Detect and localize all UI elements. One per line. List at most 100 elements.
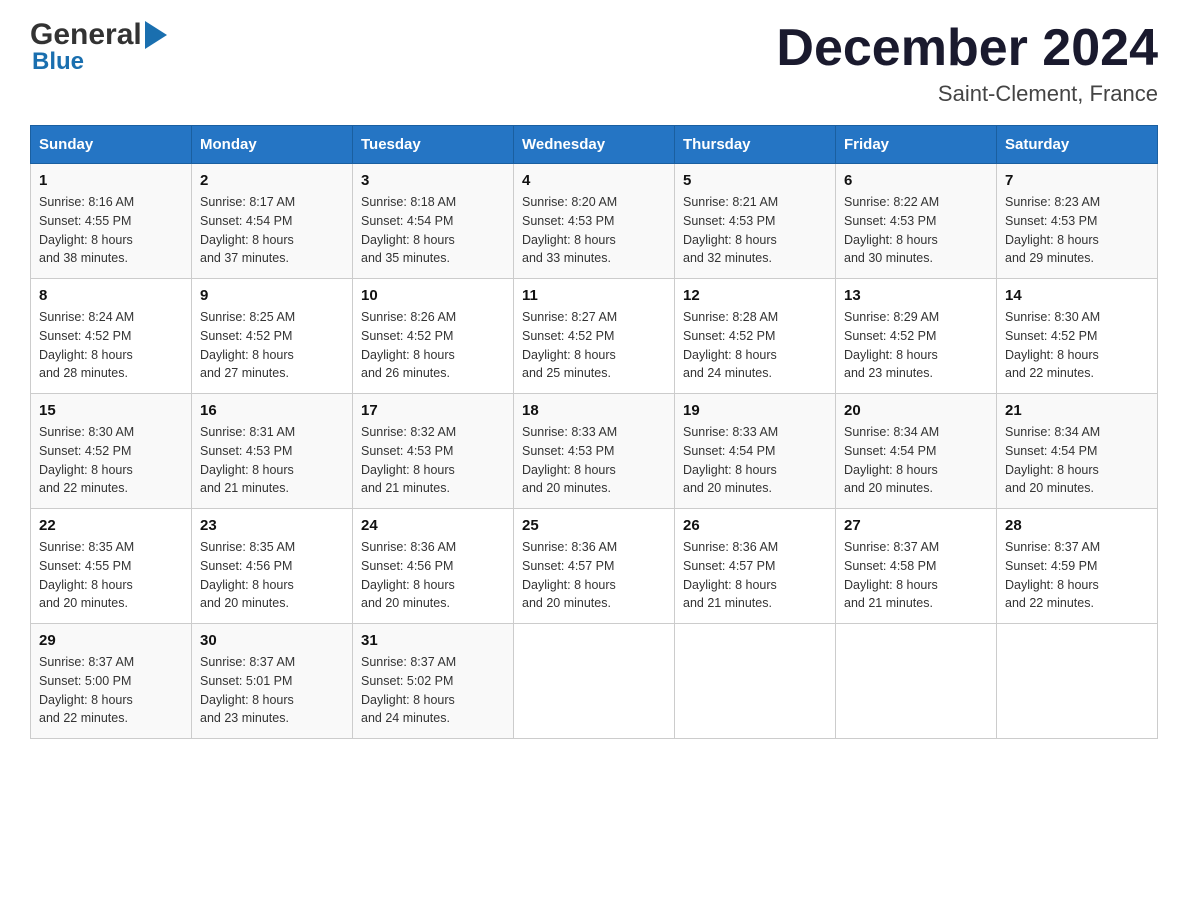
- week-row-4: 22 Sunrise: 8:35 AMSunset: 4:55 PMDaylig…: [31, 509, 1158, 624]
- day-info: Sunrise: 8:24 AMSunset: 4:52 PMDaylight:…: [39, 310, 134, 380]
- day-number: 24: [361, 517, 505, 534]
- day-number: 27: [844, 517, 988, 534]
- day-number: 29: [39, 632, 183, 649]
- day-cell: 4 Sunrise: 8:20 AMSunset: 4:53 PMDayligh…: [514, 164, 675, 279]
- day-number: 11: [522, 287, 666, 304]
- day-cell: 12 Sunrise: 8:28 AMSunset: 4:52 PMDaylig…: [675, 279, 836, 394]
- location-subtitle: Saint-Clement, France: [776, 81, 1158, 107]
- logo: General Blue: [30, 20, 167, 74]
- day-info: Sunrise: 8:37 AMSunset: 5:02 PMDaylight:…: [361, 655, 456, 725]
- day-number: 13: [844, 287, 988, 304]
- day-cell: 31 Sunrise: 8:37 AMSunset: 5:02 PMDaylig…: [353, 624, 514, 739]
- week-row-1: 1 Sunrise: 8:16 AMSunset: 4:55 PMDayligh…: [31, 164, 1158, 279]
- day-number: 1: [39, 172, 183, 189]
- day-info: Sunrise: 8:23 AMSunset: 4:53 PMDaylight:…: [1005, 195, 1100, 265]
- day-cell: 1 Sunrise: 8:16 AMSunset: 4:55 PMDayligh…: [31, 164, 192, 279]
- day-cell: 18 Sunrise: 8:33 AMSunset: 4:53 PMDaylig…: [514, 394, 675, 509]
- day-cell: 19 Sunrise: 8:33 AMSunset: 4:54 PMDaylig…: [675, 394, 836, 509]
- day-info: Sunrise: 8:26 AMSunset: 4:52 PMDaylight:…: [361, 310, 456, 380]
- day-cell: 23 Sunrise: 8:35 AMSunset: 4:56 PMDaylig…: [192, 509, 353, 624]
- day-cell: 30 Sunrise: 8:37 AMSunset: 5:01 PMDaylig…: [192, 624, 353, 739]
- day-info: Sunrise: 8:29 AMSunset: 4:52 PMDaylight:…: [844, 310, 939, 380]
- header-monday: Monday: [192, 126, 353, 164]
- day-cell: 9 Sunrise: 8:25 AMSunset: 4:52 PMDayligh…: [192, 279, 353, 394]
- day-info: Sunrise: 8:36 AMSunset: 4:57 PMDaylight:…: [522, 540, 617, 610]
- day-cell: 22 Sunrise: 8:35 AMSunset: 4:55 PMDaylig…: [31, 509, 192, 624]
- day-info: Sunrise: 8:36 AMSunset: 4:56 PMDaylight:…: [361, 540, 456, 610]
- month-year-title: December 2024: [776, 20, 1158, 77]
- day-cell: [836, 624, 997, 739]
- day-number: 8: [39, 287, 183, 304]
- header-thursday: Thursday: [675, 126, 836, 164]
- day-number: 15: [39, 402, 183, 419]
- calendar-body: 1 Sunrise: 8:16 AMSunset: 4:55 PMDayligh…: [31, 164, 1158, 739]
- header-tuesday: Tuesday: [353, 126, 514, 164]
- logo-triangle-icon: [145, 21, 167, 49]
- day-cell: 28 Sunrise: 8:37 AMSunset: 4:59 PMDaylig…: [997, 509, 1158, 624]
- day-info: Sunrise: 8:28 AMSunset: 4:52 PMDaylight:…: [683, 310, 778, 380]
- day-cell: 3 Sunrise: 8:18 AMSunset: 4:54 PMDayligh…: [353, 164, 514, 279]
- day-number: 28: [1005, 517, 1149, 534]
- day-cell: 16 Sunrise: 8:31 AMSunset: 4:53 PMDaylig…: [192, 394, 353, 509]
- day-number: 4: [522, 172, 666, 189]
- day-info: Sunrise: 8:33 AMSunset: 4:54 PMDaylight:…: [683, 425, 778, 495]
- day-cell: 14 Sunrise: 8:30 AMSunset: 4:52 PMDaylig…: [997, 279, 1158, 394]
- day-number: 18: [522, 402, 666, 419]
- day-number: 16: [200, 402, 344, 419]
- day-cell: 11 Sunrise: 8:27 AMSunset: 4:52 PMDaylig…: [514, 279, 675, 394]
- day-info: Sunrise: 8:30 AMSunset: 4:52 PMDaylight:…: [1005, 310, 1100, 380]
- day-info: Sunrise: 8:22 AMSunset: 4:53 PMDaylight:…: [844, 195, 939, 265]
- day-info: Sunrise: 8:27 AMSunset: 4:52 PMDaylight:…: [522, 310, 617, 380]
- week-row-5: 29 Sunrise: 8:37 AMSunset: 5:00 PMDaylig…: [31, 624, 1158, 739]
- day-number: 17: [361, 402, 505, 419]
- day-cell: 6 Sunrise: 8:22 AMSunset: 4:53 PMDayligh…: [836, 164, 997, 279]
- week-row-3: 15 Sunrise: 8:30 AMSunset: 4:52 PMDaylig…: [31, 394, 1158, 509]
- day-cell: 2 Sunrise: 8:17 AMSunset: 4:54 PMDayligh…: [192, 164, 353, 279]
- day-number: 22: [39, 517, 183, 534]
- day-info: Sunrise: 8:33 AMSunset: 4:53 PMDaylight:…: [522, 425, 617, 495]
- header-wednesday: Wednesday: [514, 126, 675, 164]
- day-number: 21: [1005, 402, 1149, 419]
- day-info: Sunrise: 8:20 AMSunset: 4:53 PMDaylight:…: [522, 195, 617, 265]
- day-info: Sunrise: 8:21 AMSunset: 4:53 PMDaylight:…: [683, 195, 778, 265]
- day-info: Sunrise: 8:35 AMSunset: 4:56 PMDaylight:…: [200, 540, 295, 610]
- logo-blue-text: Blue: [32, 50, 84, 74]
- day-number: 3: [361, 172, 505, 189]
- day-cell: 10 Sunrise: 8:26 AMSunset: 4:52 PMDaylig…: [353, 279, 514, 394]
- day-number: 20: [844, 402, 988, 419]
- header-friday: Friday: [836, 126, 997, 164]
- day-number: 6: [844, 172, 988, 189]
- day-cell: 5 Sunrise: 8:21 AMSunset: 4:53 PMDayligh…: [675, 164, 836, 279]
- day-cell: 8 Sunrise: 8:24 AMSunset: 4:52 PMDayligh…: [31, 279, 192, 394]
- day-cell: 15 Sunrise: 8:30 AMSunset: 4:52 PMDaylig…: [31, 394, 192, 509]
- day-number: 9: [200, 287, 344, 304]
- day-number: 2: [200, 172, 344, 189]
- day-number: 7: [1005, 172, 1149, 189]
- day-info: Sunrise: 8:36 AMSunset: 4:57 PMDaylight:…: [683, 540, 778, 610]
- day-number: 30: [200, 632, 344, 649]
- header-sunday: Sunday: [31, 126, 192, 164]
- day-info: Sunrise: 8:37 AMSunset: 4:58 PMDaylight:…: [844, 540, 939, 610]
- day-info: Sunrise: 8:31 AMSunset: 4:53 PMDaylight:…: [200, 425, 295, 495]
- day-cell: 13 Sunrise: 8:29 AMSunset: 4:52 PMDaylig…: [836, 279, 997, 394]
- day-cell: 27 Sunrise: 8:37 AMSunset: 4:58 PMDaylig…: [836, 509, 997, 624]
- day-info: Sunrise: 8:37 AMSunset: 4:59 PMDaylight:…: [1005, 540, 1100, 610]
- day-cell: 17 Sunrise: 8:32 AMSunset: 4:53 PMDaylig…: [353, 394, 514, 509]
- day-info: Sunrise: 8:35 AMSunset: 4:55 PMDaylight:…: [39, 540, 134, 610]
- day-info: Sunrise: 8:18 AMSunset: 4:54 PMDaylight:…: [361, 195, 456, 265]
- day-cell: [514, 624, 675, 739]
- header-row: SundayMondayTuesdayWednesdayThursdayFrid…: [31, 126, 1158, 164]
- day-cell: 21 Sunrise: 8:34 AMSunset: 4:54 PMDaylig…: [997, 394, 1158, 509]
- day-info: Sunrise: 8:30 AMSunset: 4:52 PMDaylight:…: [39, 425, 134, 495]
- day-info: Sunrise: 8:34 AMSunset: 4:54 PMDaylight:…: [844, 425, 939, 495]
- calendar-table: SundayMondayTuesdayWednesdayThursdayFrid…: [30, 125, 1158, 739]
- logo-general-text: General: [30, 20, 142, 50]
- day-cell: 7 Sunrise: 8:23 AMSunset: 4:53 PMDayligh…: [997, 164, 1158, 279]
- day-cell: 25 Sunrise: 8:36 AMSunset: 4:57 PMDaylig…: [514, 509, 675, 624]
- day-number: 14: [1005, 287, 1149, 304]
- day-cell: 29 Sunrise: 8:37 AMSunset: 5:00 PMDaylig…: [31, 624, 192, 739]
- day-cell: [997, 624, 1158, 739]
- day-number: 10: [361, 287, 505, 304]
- day-info: Sunrise: 8:37 AMSunset: 5:01 PMDaylight:…: [200, 655, 295, 725]
- day-cell: 24 Sunrise: 8:36 AMSunset: 4:56 PMDaylig…: [353, 509, 514, 624]
